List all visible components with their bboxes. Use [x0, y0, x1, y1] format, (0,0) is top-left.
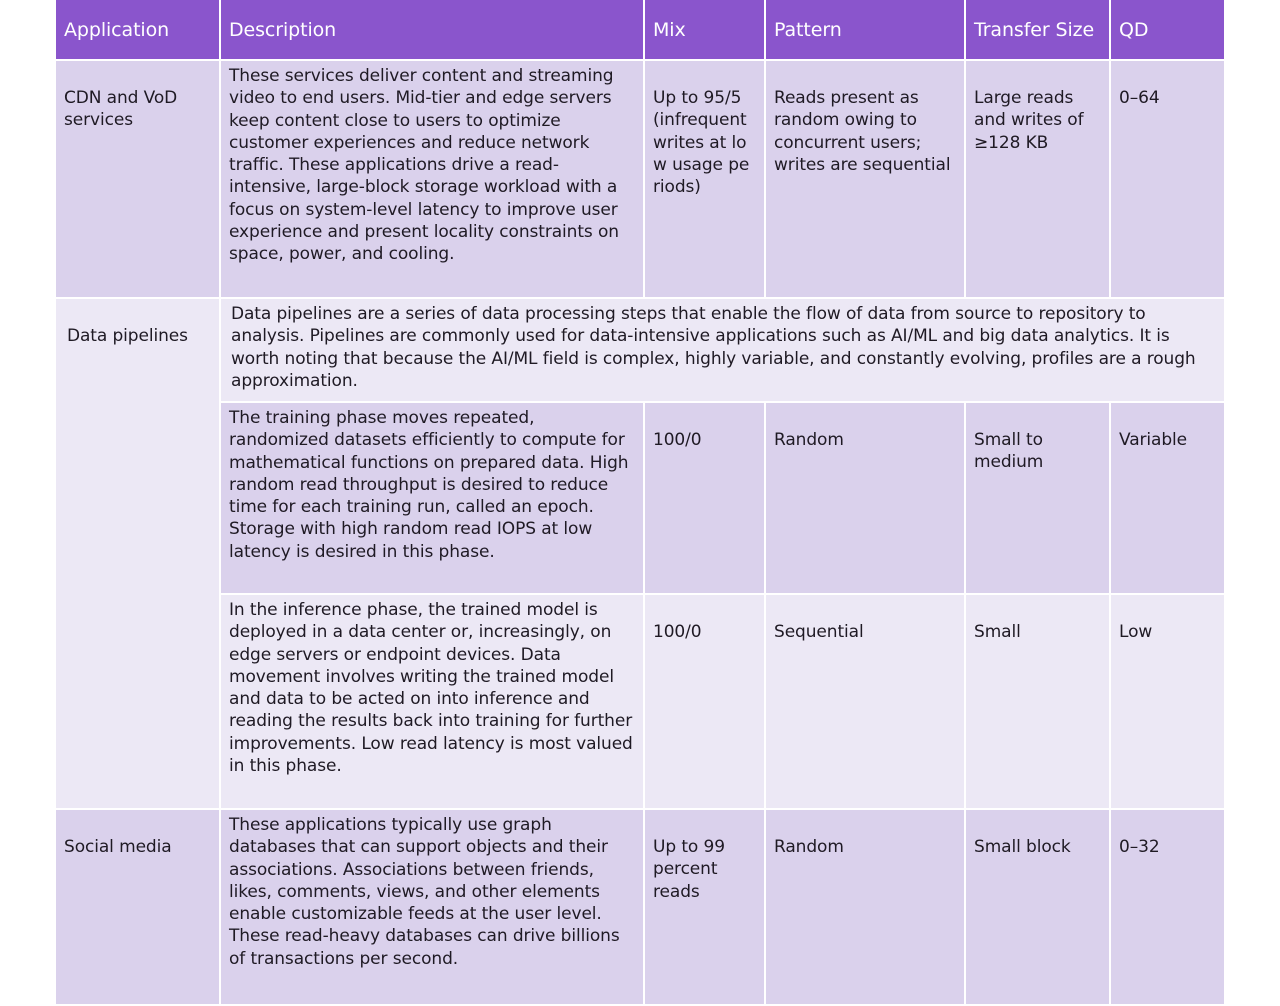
cell-description: In the inference phase, the trained mode… — [221, 595, 643, 808]
cell-intro: Data pipelines are a series of data proc… — [221, 299, 1224, 401]
cell-description: These services deliver content and strea… — [221, 61, 643, 297]
table-row-cdn: CDN and VoD services These services deli… — [56, 61, 1224, 297]
cell-qd: 0–64 — [1111, 61, 1224, 297]
cell-qd: 0–32 — [1111, 810, 1224, 1004]
table-row-inference: In the inference phase, the trained mode… — [56, 595, 1224, 808]
table-row-social: Social media These applications typicall… — [56, 810, 1224, 1004]
cell-description: The training phase moves repeated, rando… — [221, 403, 643, 593]
cell-qd: Variable — [1111, 403, 1224, 593]
cell-transfer-size: Small — [966, 595, 1109, 808]
cell-mix: 100/0 — [645, 595, 764, 808]
cell-transfer-size: Small block — [966, 810, 1109, 1004]
header-application: Application — [56, 0, 219, 59]
cell-mix: 100/0 — [645, 403, 764, 593]
cell-qd: Low — [1111, 595, 1224, 808]
header-row: Application Description Mix Pattern Tran… — [56, 0, 1224, 59]
cell-mix: Up to 95/5 (infrequent writes at low usa… — [645, 61, 764, 297]
cell-pattern: Random — [766, 403, 964, 593]
cell-pattern: Reads present as random owing to concurr… — [766, 61, 964, 297]
cell-application: Social media — [56, 810, 219, 1004]
table-row-data-pipelines-intro: Data pipelines Data pipelines are a seri… — [56, 299, 1224, 808]
header-transfer-size: Transfer Size — [966, 0, 1109, 59]
cell-description: These applications typically use graph d… — [221, 810, 643, 1004]
workload-table: Application Description Mix Pattern Tran… — [54, 0, 1226, 1006]
cell-pattern: Sequential — [766, 595, 964, 808]
header-pattern: Pattern — [766, 0, 964, 59]
header-description: Description — [221, 0, 643, 59]
table-row-training: The training phase moves repeated, rando… — [56, 403, 1224, 593]
cell-transfer-size: Large reads and writes of ≥128 KB — [966, 61, 1109, 297]
cell-application: CDN and VoD services — [56, 61, 219, 297]
header-mix: Mix — [645, 0, 764, 59]
cell-pattern: Random — [766, 810, 964, 1004]
header-qd: QD — [1111, 0, 1224, 59]
cell-transfer-size: Small to medium — [966, 403, 1109, 593]
cell-mix: Up to 99 percent reads — [645, 810, 764, 1004]
cell-application: Data pipelines — [56, 299, 219, 808]
